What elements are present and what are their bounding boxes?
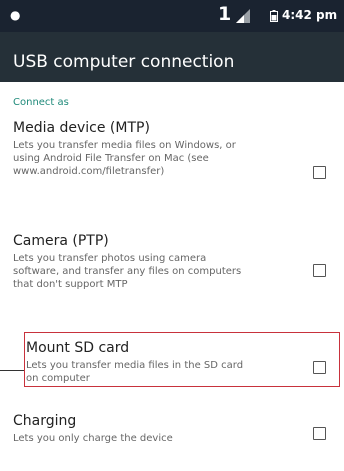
option-summary-line: www.android.com/filetransfer) — [13, 166, 165, 177]
option-summary-line: software, and transfer any files on comp… — [13, 266, 242, 277]
option-summary: Lets you transfer photos using camera so… — [13, 252, 313, 291]
option-summary-line: Lets you only charge the device — [13, 433, 173, 444]
option-charging[interactable]: Charging Lets you only charge the device — [13, 413, 313, 445]
option-title: Media device (MTP) — [13, 120, 150, 136]
option-summary: Lets you transfer media files on Windows… — [13, 139, 313, 178]
option-summary-line: using Android File Transfer on Mac (see — [13, 153, 209, 164]
signal-icon — [236, 9, 250, 23]
option-title: Camera (PTP) — [13, 233, 109, 249]
app-bar: USB computer connection — [0, 32, 344, 82]
usb-connection-screen: ● 1 4:42 pm USB computer connection Conn… — [0, 0, 344, 471]
option-camera-ptp[interactable]: Camera (PTP) Lets you transfer photos us… — [13, 233, 313, 291]
checkbox-charging[interactable] — [313, 427, 326, 440]
option-media-device-mtp[interactable]: Media device (MTP) Lets you transfer med… — [13, 120, 313, 178]
option-summary: Lets you only charge the device — [13, 432, 313, 445]
option-summary-line: Lets you transfer media files on Windows… — [13, 140, 236, 151]
status-time: 4:42 pm — [282, 8, 338, 22]
option-title: Charging — [13, 413, 77, 429]
option-summary-line: that don't support MTP — [13, 279, 128, 290]
notification-dot-icon: ● — [10, 8, 21, 22]
battery-icon — [270, 10, 278, 22]
option-summary-line: Lets you transfer photos using camera — [13, 253, 207, 264]
page-title: USB computer connection — [13, 52, 235, 72]
highlight-box — [24, 332, 340, 387]
sim-indicator: 1 — [218, 3, 232, 25]
checkbox-media-device-mtp[interactable] — [313, 166, 326, 179]
callout-pointer-line — [0, 370, 24, 371]
checkbox-camera-ptp[interactable] — [313, 264, 326, 277]
section-header-connect-as: Connect as — [13, 97, 69, 108]
status-bar: ● 1 4:42 pm — [0, 0, 344, 32]
